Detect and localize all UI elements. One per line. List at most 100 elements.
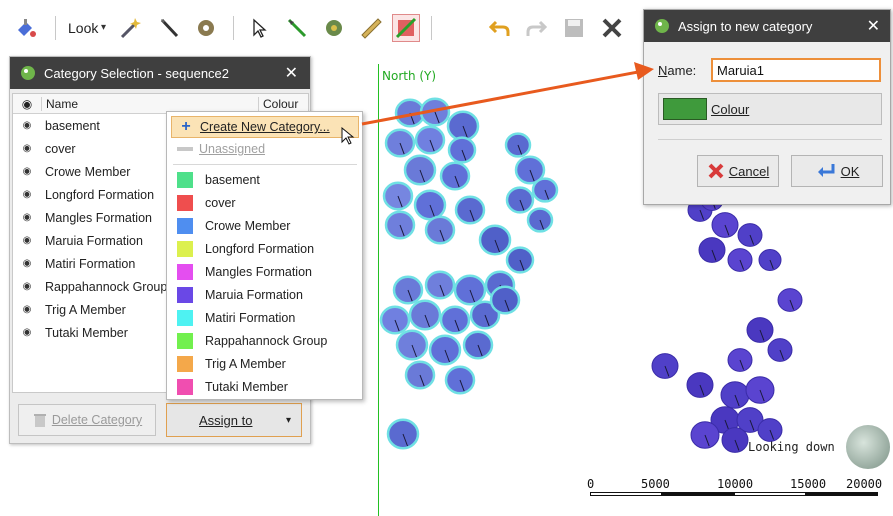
paint-bucket-icon[interactable] xyxy=(12,14,40,42)
menu-item[interactable]: Maruia Formation xyxy=(171,284,359,306)
north-axis-label: North (Y) xyxy=(382,69,437,83)
eye-icon[interactable]: ◉ xyxy=(13,189,41,200)
name-label-rest: ame: xyxy=(667,63,697,78)
app-logo-icon xyxy=(655,19,669,33)
name-label-accel: N xyxy=(658,63,668,78)
view-direction-label: Looking down xyxy=(748,440,835,454)
panel-titlebar: Category Selection - sequence2 ✕ xyxy=(10,57,310,89)
menu-item[interactable]: Crowe Member xyxy=(171,215,359,237)
colour-label: Colour xyxy=(711,101,750,117)
eye-icon[interactable]: ◉ xyxy=(13,166,41,177)
delete-icon[interactable] xyxy=(598,14,626,42)
ok-label: OK xyxy=(840,163,860,179)
colour-swatch xyxy=(177,310,193,326)
dialog-separator xyxy=(658,139,882,140)
assign-to-button[interactable]: Assign to ▾ xyxy=(166,403,302,437)
app-window: Look ▾ North (Y) Looking down 0 5000 100… xyxy=(0,0,893,516)
menu-item-label: Tutaki Member xyxy=(205,380,288,394)
save-icon[interactable] xyxy=(560,14,588,42)
menu-item[interactable]: Trig A Member xyxy=(171,353,359,375)
compass-widget[interactable] xyxy=(846,425,890,469)
enter-arrow-icon xyxy=(817,164,835,177)
category-name: Longford Formation xyxy=(45,187,155,202)
menu-item-label: Maruia Formation xyxy=(205,288,303,302)
menu-item[interactable]: Rappahannock Group xyxy=(171,330,359,352)
colour-button[interactable]: Colour xyxy=(658,93,882,125)
eye-icon[interactable]: ◉ xyxy=(13,304,41,315)
menu-item[interactable]: Matiri Formation xyxy=(171,307,359,329)
category-name: Crowe Member xyxy=(45,164,131,179)
menu-item-label: Longford Formation xyxy=(205,242,315,256)
colour-swatch xyxy=(177,356,193,372)
chevron-down-icon[interactable]: ▾ xyxy=(101,22,106,33)
ruler-icon[interactable] xyxy=(357,14,385,42)
eye-icon[interactable]: ◉ xyxy=(13,281,41,292)
assign-new-category-dialog: Assign to new category ✕ Name: Colour Ca… xyxy=(643,9,891,205)
colour-swatch xyxy=(177,241,193,257)
menu-item-unassigned: Unassigned xyxy=(171,138,359,160)
ok-button[interactable]: OK xyxy=(791,155,883,187)
eye-icon[interactable]: ◉ xyxy=(13,143,41,154)
eye-icon[interactable]: ◉ xyxy=(13,258,41,269)
colour-swatch xyxy=(177,172,193,188)
pointer-icon[interactable] xyxy=(245,14,273,42)
assign-to-menu: + Create New Category... Unassigned base… xyxy=(166,111,363,400)
gear-icon[interactable] xyxy=(192,14,220,42)
brush-icon[interactable] xyxy=(155,14,183,42)
menu-separator xyxy=(173,164,357,165)
scale-tick-label: 10000 xyxy=(717,477,754,491)
menu-item-label: Mangles Formation xyxy=(205,265,312,279)
menu-item-create-new-category[interactable]: + Create New Category... xyxy=(171,116,359,145)
category-name: Tutaki Member xyxy=(45,325,128,340)
redo-icon[interactable] xyxy=(522,14,550,42)
trash-icon xyxy=(33,414,46,427)
cancel-label: Cancel xyxy=(728,163,770,179)
toolbar-separator xyxy=(55,16,56,40)
cancel-button[interactable]: Cancel xyxy=(697,155,779,187)
puzzle-icon[interactable] xyxy=(320,14,348,42)
close-icon[interactable]: ✕ xyxy=(285,63,298,83)
column-header-colour[interactable]: Colour xyxy=(258,96,308,111)
toolbar-separator xyxy=(233,16,234,40)
eye-icon[interactable]: ◉ xyxy=(13,327,41,338)
category-name: basement xyxy=(45,118,100,133)
colour-swatch xyxy=(177,379,193,395)
menu-item[interactable]: Mangles Formation xyxy=(171,261,359,283)
undo-icon[interactable] xyxy=(486,14,514,42)
eye-icon[interactable]: ◉ xyxy=(13,235,41,246)
wand-icon[interactable] xyxy=(117,14,145,42)
menu-item-label: Crowe Member xyxy=(205,219,291,233)
delete-category-button[interactable]: Delete Category xyxy=(18,404,156,436)
dialog-title: Assign to new category xyxy=(678,18,813,34)
name-input[interactable] xyxy=(711,58,881,82)
colour-swatch xyxy=(177,333,193,349)
menu-item[interactable]: Longford Formation xyxy=(171,238,359,260)
column-header-name[interactable]: Name xyxy=(41,96,258,111)
eye-icon: ◉ xyxy=(21,96,33,111)
eye-icon[interactable]: ◉ xyxy=(13,212,41,223)
name-label: Name: xyxy=(658,63,696,78)
north-axis-line xyxy=(378,64,379,516)
scale-tick-label: 20000 xyxy=(846,477,883,491)
close-icon[interactable]: ✕ xyxy=(867,16,880,36)
assign-to-label: Assign to xyxy=(199,412,253,428)
look-menu-label[interactable]: Look xyxy=(68,20,98,36)
scale-tick-label: 15000 xyxy=(790,477,827,491)
category-name: Maruia Formation xyxy=(45,233,143,248)
unassigned-swatch xyxy=(171,147,199,151)
menu-item[interactable]: cover xyxy=(171,192,359,214)
colour-swatch xyxy=(663,98,707,120)
menu-item-label: Unassigned xyxy=(199,142,266,156)
cancel-icon xyxy=(708,163,724,179)
colour-swatch xyxy=(177,287,193,303)
category-name: Trig A Member xyxy=(45,302,126,317)
menu-item-label: Create New Category... xyxy=(200,120,330,134)
pen-icon[interactable] xyxy=(283,14,311,42)
colour-swatch xyxy=(177,264,193,280)
category-name: Matiri Formation xyxy=(45,256,136,271)
menu-item[interactable]: Tutaki Member xyxy=(171,376,359,398)
eye-icon[interactable]: ◉ xyxy=(13,120,41,131)
menu-item-label: Rappahannock Group xyxy=(205,334,328,348)
menu-item[interactable]: basement xyxy=(171,169,359,191)
slice-icon[interactable] xyxy=(392,14,420,42)
